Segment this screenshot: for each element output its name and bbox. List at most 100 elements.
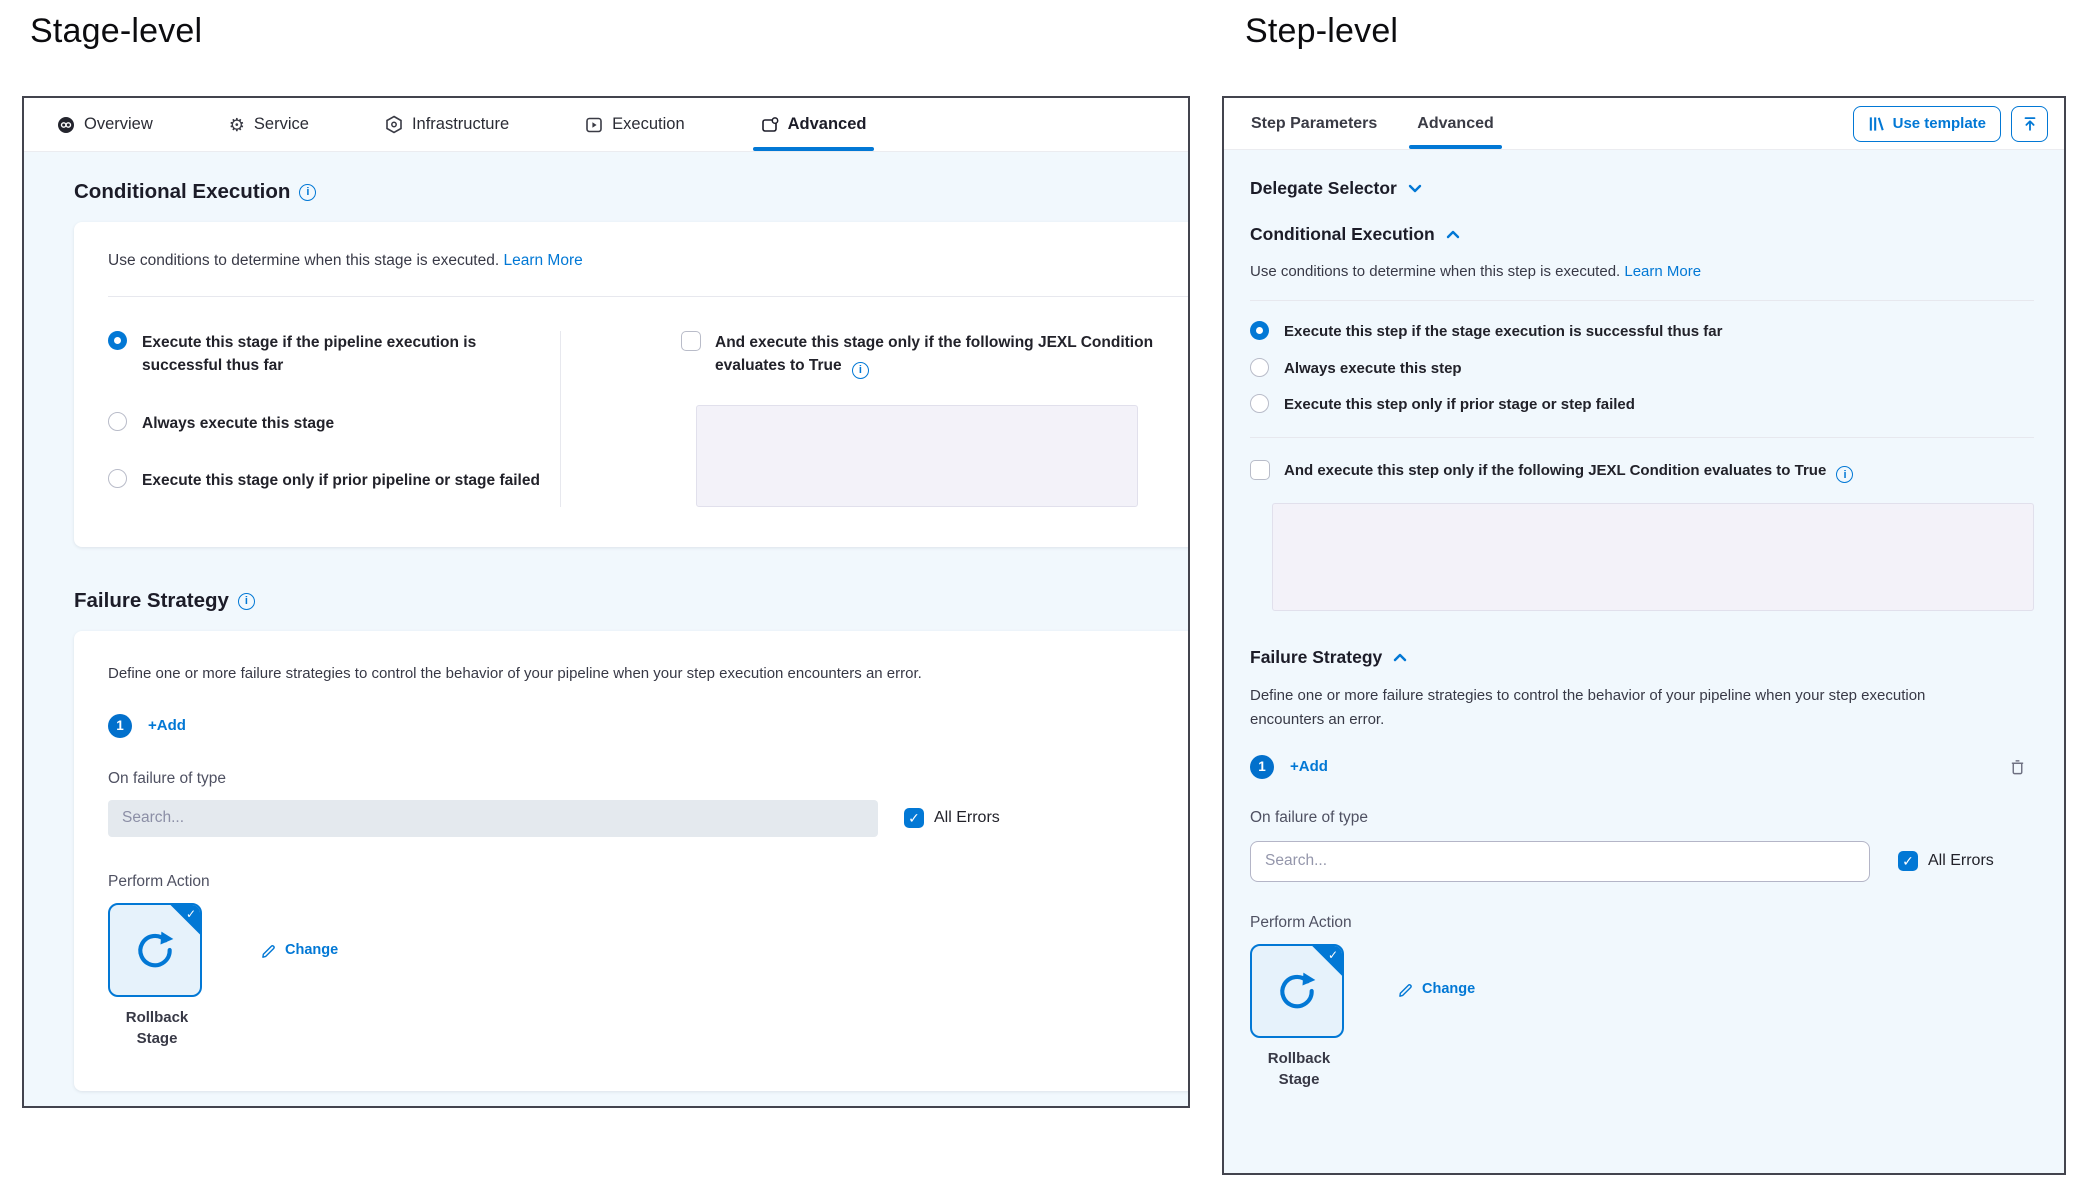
rollback-icon [133, 928, 177, 972]
learn-more-link[interactable]: Learn More [1624, 263, 1701, 280]
radio-execute-if-successful[interactable]: Execute this step if the stage execution… [1250, 321, 2034, 344]
step-panel: Step Parameters Advanced Use template [1222, 96, 2066, 1175]
tab-infrastructure[interactable]: Infrastructure [385, 98, 509, 151]
save-as-template-button[interactable] [2011, 106, 2048, 142]
corner-check-icon: ✓ [1328, 948, 1338, 962]
jexl-condition-input[interactable] [1272, 503, 2034, 611]
use-template-button[interactable]: Use template [1853, 106, 2001, 142]
chevron-up-icon [1444, 226, 1462, 243]
delete-strategy-icon[interactable] [2009, 758, 2026, 776]
delegate-selector-heading[interactable]: Delegate Selector [1250, 178, 2034, 199]
failure-strategy-heading[interactable]: Failure Strategy [1250, 647, 2034, 668]
conditional-execution-desc: Use conditions to determine when this st… [108, 252, 1190, 270]
tab-service[interactable]: ⚙ Service [229, 98, 309, 151]
screen: Stage-level Step-level Overview ⚙ Servic… [0, 0, 2087, 1189]
info-icon[interactable]: i [299, 184, 316, 201]
step-level-title: Step-level [1245, 12, 1398, 51]
tab-advanced[interactable]: Advanced [1417, 98, 1493, 149]
all-errors-checkbox-row[interactable]: ✓ All Errors [904, 808, 1000, 828]
divider [108, 296, 1190, 297]
info-icon[interactable]: i [238, 593, 255, 610]
radio-icon [108, 469, 127, 488]
tab-label: Overview [84, 115, 153, 134]
chevron-down-icon [1406, 180, 1424, 197]
radio-icon [1250, 358, 1269, 377]
conditional-execution-heading: Conditional Execution i [74, 180, 1188, 204]
pencil-icon [261, 941, 278, 959]
chevron-up-icon [1391, 649, 1409, 666]
radio-always-execute[interactable]: Always execute this stage [108, 412, 560, 435]
conditional-execution-card: Use conditions to determine when this st… [74, 222, 1190, 547]
pencil-icon [1398, 980, 1415, 998]
all-errors-label: All Errors [1928, 852, 1994, 870]
failure-strategy-desc: Define one or more failure strategies to… [108, 663, 1190, 686]
tab-label: Step Parameters [1251, 115, 1377, 133]
radio-execute-if-failed[interactable]: Execute this step only if prior stage or… [1250, 394, 2034, 417]
jexl-condition-input[interactable] [696, 405, 1138, 507]
radio-icon [1250, 394, 1269, 413]
radio-execute-if-successful[interactable]: Execute this stage if the pipeline execu… [108, 331, 560, 378]
radio-icon [108, 412, 127, 431]
info-icon[interactable]: i [852, 362, 869, 379]
rollback-stage-caption: Rollback Stage [1250, 1048, 1348, 1090]
play-square-icon [585, 116, 603, 134]
tab-step-parameters[interactable]: Step Parameters [1251, 98, 1377, 149]
overview-icon [57, 116, 75, 134]
info-icon[interactable]: i [1836, 466, 1853, 483]
divider [1250, 300, 2034, 301]
on-failure-of-type-label: On failure of type [1250, 809, 2034, 827]
checkbox-icon [1250, 460, 1270, 480]
failure-strategy-desc: Define one or more failure strategies to… [1250, 684, 1990, 731]
conditional-execution-desc: Use conditions to determine when this st… [1250, 263, 2034, 280]
strategy-count-badge[interactable]: 1 [1250, 755, 1274, 779]
tab-label: Advanced [1417, 115, 1493, 133]
tab-execution[interactable]: Execution [585, 98, 684, 151]
add-strategy-button[interactable]: +Add [1290, 758, 1328, 775]
strategy-count-badge[interactable]: 1 [108, 714, 132, 738]
checkbox-checked-icon: ✓ [904, 808, 924, 828]
conditional-execution-heading[interactable]: Conditional Execution [1250, 224, 2034, 245]
on-failure-of-type-label: On failure of type [108, 770, 1190, 788]
all-errors-label: All Errors [934, 809, 1000, 827]
radio-selected-icon [108, 331, 127, 350]
stage-panel: Overview ⚙ Service Infrastructure Execut… [22, 96, 1190, 1108]
step-tabbar: Step Parameters Advanced Use template [1224, 98, 2064, 150]
stage-tabbar: Overview ⚙ Service Infrastructure Execut… [24, 98, 1188, 152]
tab-advanced[interactable]: Advanced [761, 98, 867, 151]
tab-label: Advanced [788, 115, 867, 134]
all-errors-checkbox-row[interactable]: ✓ All Errors [1898, 851, 1994, 871]
divider [1250, 437, 2034, 438]
learn-more-link[interactable]: Learn More [503, 252, 582, 269]
change-action-link[interactable]: Change [1398, 980, 1475, 998]
tab-overview[interactable]: Overview [57, 98, 153, 151]
rollback-stage-caption: Rollback Stage [108, 1007, 206, 1049]
failure-type-search-input[interactable] [108, 800, 878, 837]
tab-label: Execution [612, 115, 684, 134]
tab-label: Infrastructure [412, 115, 509, 134]
failure-strategy-card: Define one or more failure strategies to… [74, 631, 1190, 1091]
radio-selected-icon [1250, 321, 1269, 340]
stage-level-title: Stage-level [30, 12, 202, 51]
radio-execute-if-failed[interactable]: Execute this stage only if prior pipelin… [108, 469, 560, 492]
jexl-condition-checkbox-row[interactable]: And execute this step only if the follow… [1250, 460, 2034, 484]
corner-check-icon: ✓ [186, 907, 196, 921]
perform-action-label: Perform Action [1250, 914, 2034, 932]
export-icon [761, 116, 779, 134]
failure-strategy-heading: Failure Strategy i [74, 589, 1188, 613]
rollback-icon [1275, 969, 1319, 1013]
perform-action-label: Perform Action [108, 873, 1190, 891]
checkbox-icon [681, 331, 701, 351]
rollback-stage-card[interactable]: ✓ [1250, 944, 1344, 1038]
jexl-condition-checkbox-row[interactable]: And execute this stage only if the follo… [681, 331, 1190, 379]
failure-type-search-input[interactable] [1250, 841, 1870, 882]
rollback-stage-card[interactable]: ✓ [108, 903, 202, 997]
gear-icon: ⚙ [229, 116, 245, 134]
tab-label: Service [254, 115, 309, 134]
checkbox-checked-icon: ✓ [1898, 851, 1918, 871]
change-action-link[interactable]: Change [261, 941, 338, 959]
library-icon [1868, 115, 1885, 133]
add-strategy-button[interactable]: +Add [148, 717, 186, 734]
radio-always-execute[interactable]: Always execute this step [1250, 358, 2034, 381]
upload-icon [2021, 115, 2039, 133]
hexagon-icon [385, 115, 403, 134]
